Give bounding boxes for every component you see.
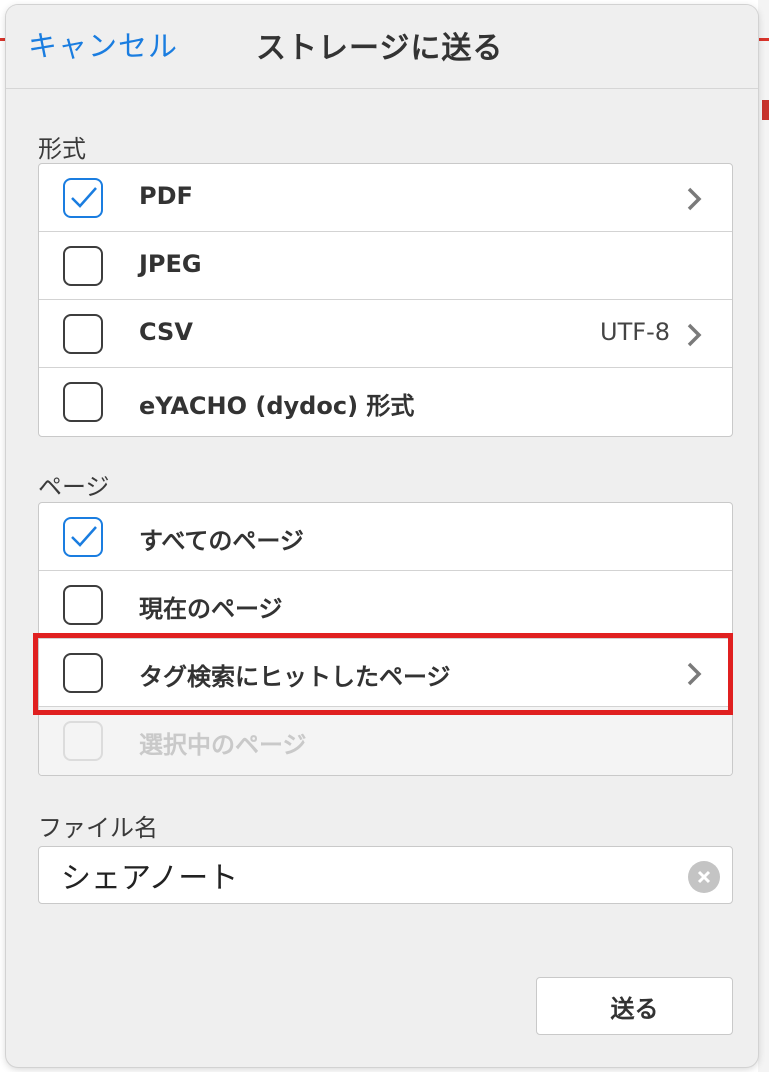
background-app-edge bbox=[758, 0, 769, 1072]
filename-field bbox=[38, 846, 733, 904]
clear-icon[interactable] bbox=[688, 861, 720, 893]
page-option-all[interactable]: すべてのページ bbox=[39, 503, 732, 571]
selected-pages-checkbox bbox=[63, 721, 103, 761]
pdf-checkbox[interactable] bbox=[63, 178, 103, 218]
chevron-right-icon[interactable] bbox=[682, 322, 706, 348]
chevron-right-icon[interactable] bbox=[682, 661, 706, 687]
checkmark-icon bbox=[71, 187, 97, 208]
page-options-group: すべてのページ 現在のページ タグ検索にヒットしたページ 選択中のページ bbox=[38, 502, 733, 776]
filename-input[interactable] bbox=[61, 855, 661, 895]
format-option-label: PDF bbox=[139, 182, 193, 210]
page-section-label: ページ bbox=[38, 473, 110, 501]
format-option-label: eYACHO (dydoc) 形式 bbox=[139, 392, 415, 420]
page-option-tag-search[interactable]: タグ検索にヒットしたページ bbox=[39, 639, 732, 707]
page-option-selected: 選択中のページ bbox=[39, 707, 732, 775]
format-option-label: CSV bbox=[139, 318, 193, 346]
tag-search-checkbox[interactable] bbox=[63, 653, 103, 693]
current-page-checkbox[interactable] bbox=[63, 585, 103, 625]
format-option-label: JPEG bbox=[139, 250, 202, 278]
page-option-label: 選択中のページ bbox=[139, 731, 307, 759]
format-option-jpeg[interactable]: JPEG bbox=[39, 232, 732, 300]
format-section-label: 形式 bbox=[38, 135, 86, 163]
format-option-dydoc[interactable]: eYACHO (dydoc) 形式 bbox=[39, 368, 732, 436]
format-option-csv[interactable]: CSV UTF-8 bbox=[39, 300, 732, 368]
cancel-button[interactable]: キャンセル bbox=[28, 23, 178, 65]
dydoc-checkbox[interactable] bbox=[63, 382, 103, 422]
checkmark-icon bbox=[71, 526, 97, 547]
page-option-current[interactable]: 現在のページ bbox=[39, 571, 732, 639]
dialog-header: キャンセル ストレージに送る bbox=[6, 5, 758, 89]
send-button[interactable]: 送る bbox=[536, 977, 733, 1035]
dialog-title: ストレージに送る bbox=[256, 31, 504, 66]
send-to-storage-dialog: キャンセル ストレージに送る 形式 PDF JPEG CSV UTF-8 eYA… bbox=[6, 5, 758, 1067]
format-option-pdf[interactable]: PDF bbox=[39, 164, 732, 232]
page-option-label: 現在のページ bbox=[139, 595, 283, 623]
filename-section-label: ファイル名 bbox=[38, 814, 158, 842]
csv-encoding-value: UTF-8 bbox=[600, 318, 670, 346]
chevron-right-icon[interactable] bbox=[682, 186, 706, 212]
csv-checkbox[interactable] bbox=[63, 314, 103, 354]
page-option-label: タグ検索にヒットしたページ bbox=[139, 663, 451, 691]
jpeg-checkbox[interactable] bbox=[63, 246, 103, 286]
background-red-mark bbox=[762, 100, 769, 120]
all-pages-checkbox[interactable] bbox=[63, 517, 103, 557]
page-option-label: すべてのページ bbox=[139, 527, 304, 555]
format-options-group: PDF JPEG CSV UTF-8 eYACHO (dydoc) 形式 bbox=[38, 163, 733, 437]
